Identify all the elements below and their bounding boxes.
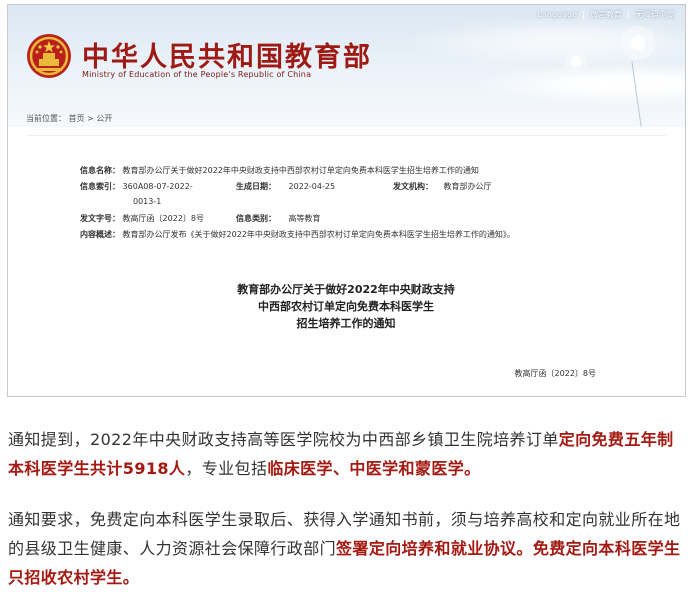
meta-value: 高等教育 bbox=[288, 214, 321, 223]
meta-label: 生成日期： bbox=[236, 182, 276, 191]
highlight-text: 临床医学、中医学和蒙医学。 bbox=[267, 459, 481, 478]
site-banner: Language 微言教育 无障碍浏览 中华人民共和国教育部 Ministry … bbox=[8, 5, 685, 127]
breadcrumb: 当前位置： 首页 > 公开 bbox=[26, 114, 113, 123]
meta-value: 360A08-07-2022- bbox=[122, 182, 193, 191]
meta-row-index-cont: 0013-1 bbox=[133, 197, 161, 206]
national-emblem-icon bbox=[27, 34, 71, 78]
accessibility-link[interactable]: 无障碍浏览 bbox=[635, 9, 675, 20]
divider bbox=[628, 10, 629, 19]
article-paragraph-2: 通知要求，免费定向本科医学生录取后、获得入学通知书前，须与培养高校和定向就业所在… bbox=[8, 505, 688, 592]
meta-row-name: 信息名称： 教育部办公厅关于做好2022年中央财政支持中西部农村订单定向免费本科… bbox=[80, 165, 479, 176]
dandelion-decoration bbox=[618, 23, 658, 63]
meta-value: 教育部办公厅关于做好2022年中央财政支持中西部农村订单定向免费本科医学生招生培… bbox=[122, 166, 479, 175]
language-link[interactable]: Language bbox=[538, 10, 577, 19]
dandelion-stem bbox=[631, 61, 642, 127]
meta-value: 教育部办公厅发布《关于做好2022年中央财政支持中西部农村订单定向免费本科医学生… bbox=[122, 230, 515, 239]
dandelion-decoration bbox=[563, 49, 589, 75]
meta-row-category: 信息类别： 高等教育 bbox=[236, 213, 321, 224]
meta-row-docno: 发文字号： 教高厅函〔2022〕8号 bbox=[80, 213, 204, 224]
meta-label: 信息名称： bbox=[80, 166, 120, 175]
meta-value: 教育部办公厅 bbox=[443, 182, 492, 191]
meta-row-org: 发文机构： 教育部办公厅 bbox=[393, 181, 492, 192]
dandelion-decoration bbox=[593, 75, 613, 95]
document-number: 教高厅函〔2022〕8号 bbox=[514, 369, 596, 378]
meta-value: 2022-04-25 bbox=[288, 182, 336, 191]
paragraph-text: ，专业包括 bbox=[185, 459, 268, 478]
meta-row-summary: 内容概述： 教育部办公厅发布《关于做好2022年中央财政支持中西部农村订单定向免… bbox=[80, 229, 515, 240]
meta-label: 信息类别： bbox=[236, 214, 276, 223]
article-paragraph-1: 通知提到，2022年中央财政支持高等医学院校为中西部乡镇卫生院培养订单定向免费五… bbox=[8, 425, 688, 483]
meta-value: 教高厅函〔2022〕8号 bbox=[122, 214, 204, 223]
weiyan-link[interactable]: 微言教育 bbox=[590, 9, 622, 20]
meta-label: 发文机构： bbox=[393, 182, 433, 191]
meta-label: 内容概述： bbox=[80, 230, 120, 239]
paragraph-text: 通知提到，2022年中央财政支持高等医学院校为中西部乡镇卫生院培养订单 bbox=[8, 430, 559, 449]
divider bbox=[583, 10, 584, 19]
meta-row-index: 信息索引： 360A08-07-2022- bbox=[80, 181, 193, 192]
document-title: 教育部办公厅关于做好2022年中央财政支持 中西部农村订单定向免费本科医学生 招… bbox=[26, 281, 666, 332]
document-panel: 信息名称： 教育部办公厅关于做好2022年中央财政支持中西部农村订单定向免费本科… bbox=[26, 135, 666, 391]
meta-row-date: 生成日期： 2022-04-25 bbox=[236, 181, 335, 192]
top-links: Language 微言教育 无障碍浏览 bbox=[538, 9, 675, 20]
document-title-line: 教育部办公厅关于做好2022年中央财政支持 bbox=[237, 283, 455, 296]
document-screenshot: Language 微言教育 无障碍浏览 中华人民共和国教育部 Ministry … bbox=[7, 4, 686, 397]
document-title-line: 招生培养工作的通知 bbox=[296, 317, 396, 330]
document-title-line: 中西部农村订单定向免费本科医学生 bbox=[258, 300, 434, 313]
site-subtitle: Ministry of Education of the People's Re… bbox=[82, 70, 312, 79]
meta-label: 发文字号： bbox=[80, 214, 120, 223]
meta-value: 0013-1 bbox=[133, 197, 162, 206]
site-title: 中华人民共和国教育部 bbox=[82, 42, 372, 73]
meta-label: 信息索引： bbox=[80, 182, 120, 191]
